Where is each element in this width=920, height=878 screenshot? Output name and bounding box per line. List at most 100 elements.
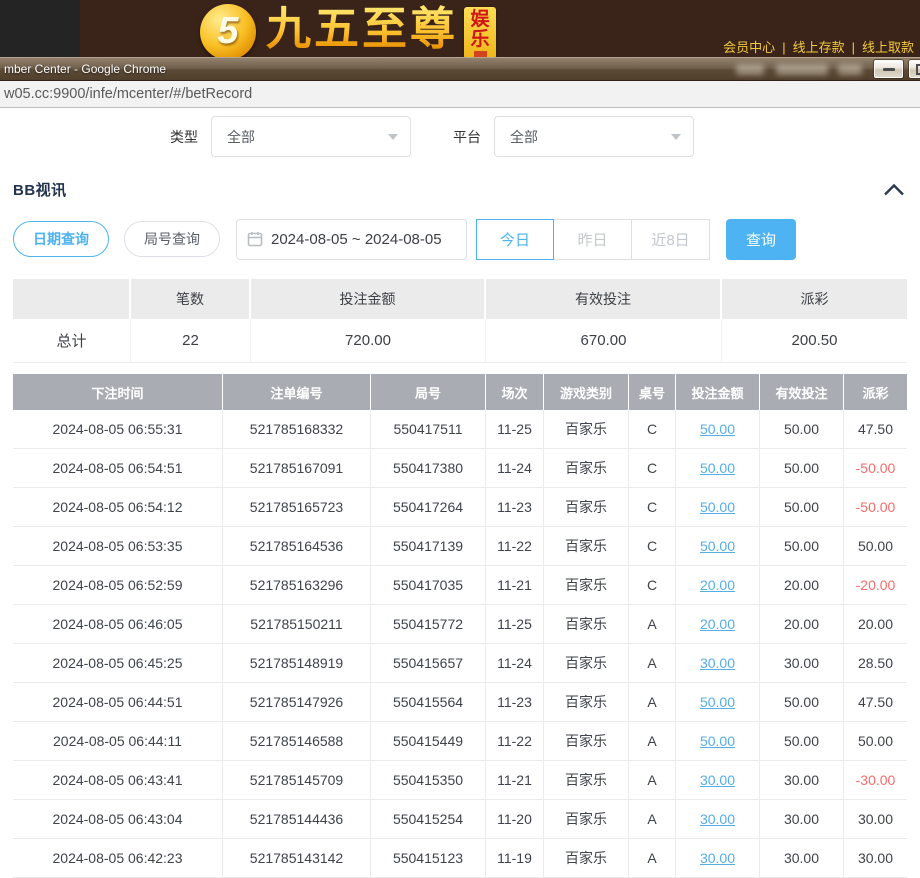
date-range-input[interactable]: 2024-08-05 ~ 2024-08-05 xyxy=(236,219,467,260)
cell-session: 11-23 xyxy=(486,683,544,721)
cell-session: 11-19 xyxy=(486,839,544,877)
cell-bet-time: 2024-08-05 06:54:12 xyxy=(13,488,223,526)
cell-bet-time: 2024-08-05 06:44:51 xyxy=(13,683,223,721)
search-button[interactable]: 查询 xyxy=(726,219,796,260)
table-row: 2024-08-05 06:44:11521785146588550415449… xyxy=(13,722,907,761)
redacted-blur xyxy=(838,64,862,75)
cell-bet-id: 521785163296 xyxy=(223,566,371,604)
cell-session: 11-24 xyxy=(486,644,544,682)
bet-amount-link[interactable]: 50.00 xyxy=(700,694,735,710)
today-button[interactable]: 今日 xyxy=(476,219,554,260)
cell-valid-bet: 50.00 xyxy=(760,449,844,487)
cell-bet-time: 2024-08-05 06:53:35 xyxy=(13,527,223,565)
yesterday-button[interactable]: 昨日 xyxy=(554,219,632,260)
cell-game-type: 百家乐 xyxy=(544,488,629,526)
cell-bet-amount-link[interactable]: 50.00 xyxy=(676,410,760,448)
cell-game-type: 百家乐 xyxy=(544,683,629,721)
url-bar[interactable]: w05.cc:9900/infe/mcenter/#/betRecord xyxy=(0,81,920,108)
cell-bet-id: 521785144436 xyxy=(223,800,371,838)
table-row: 2024-08-05 06:42:23521785143142550415123… xyxy=(13,839,907,878)
cell-session: 11-22 xyxy=(486,722,544,760)
cell-valid-bet: 50.00 xyxy=(760,722,844,760)
cell-bet-amount-link[interactable]: 30.00 xyxy=(676,761,760,799)
cell-bet-amount-link[interactable]: 30.00 xyxy=(676,644,760,682)
bet-amount-link[interactable]: 20.00 xyxy=(700,616,735,632)
table-row: 2024-08-05 06:45:25521785148919550415657… xyxy=(13,644,907,683)
last-8-days-button[interactable]: 近8日 xyxy=(632,219,710,260)
logo-brand-text: 九五至尊 xyxy=(266,0,458,57)
cell-bet-amount-link[interactable]: 50.00 xyxy=(676,449,760,487)
type-select-value: 全部 xyxy=(227,127,255,147)
nav-online-deposit-link[interactable]: 线上存款 xyxy=(793,40,845,55)
cell-round-id: 550415254 xyxy=(371,800,486,838)
minimize-button[interactable] xyxy=(874,60,903,78)
banner-left-black-strip xyxy=(0,0,80,57)
window-titlebar[interactable]: mber Center - Google Chrome xyxy=(0,57,920,81)
summary-bet-amount-value: 720.00 xyxy=(251,319,486,362)
bet-table-body: 2024-08-05 06:55:31521785168332550417511… xyxy=(13,410,907,878)
cell-bet-amount-link[interactable]: 20.00 xyxy=(676,566,760,604)
nav-online-withdraw-link[interactable]: 线上取款 xyxy=(862,40,914,55)
redacted-blur xyxy=(776,64,828,75)
cell-bet-time: 2024-08-05 06:43:04 xyxy=(13,800,223,838)
cell-bet-amount-link[interactable]: 30.00 xyxy=(676,839,760,877)
cell-game-type: 百家乐 xyxy=(544,449,629,487)
bet-amount-link[interactable]: 50.00 xyxy=(700,538,735,554)
platform-select-value: 全部 xyxy=(510,127,538,147)
maximize-icon xyxy=(916,64,920,75)
bet-amount-link[interactable]: 20.00 xyxy=(700,577,735,593)
bet-amount-link[interactable]: 30.00 xyxy=(700,850,735,866)
cell-round-id: 550415350 xyxy=(371,761,486,799)
cell-game-type: 百家乐 xyxy=(544,839,629,877)
bet-amount-link[interactable]: 30.00 xyxy=(700,811,735,827)
cell-bet-time: 2024-08-05 06:55:31 xyxy=(13,410,223,448)
cell-table-code: C xyxy=(629,410,676,448)
nav-member-center-link[interactable]: 会员中心 xyxy=(723,40,775,55)
table-row: 2024-08-05 06:44:51521785147926550415564… xyxy=(13,683,907,722)
collapse-toggle[interactable] xyxy=(883,183,905,196)
round-query-tab[interactable]: 局号查询 xyxy=(124,221,220,257)
cell-bet-amount-link[interactable]: 50.00 xyxy=(676,488,760,526)
cell-bet-amount-link[interactable]: 50.00 xyxy=(676,683,760,721)
cell-session: 11-20 xyxy=(486,800,544,838)
bet-amount-link[interactable]: 30.00 xyxy=(700,655,735,671)
cell-session: 11-22 xyxy=(486,527,544,565)
cell-bet-id: 521785148919 xyxy=(223,644,371,682)
cell-payout: 50.00 xyxy=(844,527,907,565)
cell-valid-bet: 50.00 xyxy=(760,683,844,721)
cell-table-code: A xyxy=(629,761,676,799)
cell-payout: 20.00 xyxy=(844,605,907,643)
bet-amount-link[interactable]: 30.00 xyxy=(700,772,735,788)
bet-amount-link[interactable]: 50.00 xyxy=(700,733,735,749)
cell-bet-id: 521785150211 xyxy=(223,605,371,643)
maximize-button[interactable] xyxy=(909,60,920,78)
logo-entertainment-badge: 娱乐 xyxy=(464,7,496,59)
header-bet-amount: 投注金额 xyxy=(676,374,760,410)
cell-bet-id: 521785164536 xyxy=(223,527,371,565)
platform-select[interactable]: 全部 xyxy=(494,116,694,157)
cell-valid-bet: 30.00 xyxy=(760,644,844,682)
cell-bet-amount-link[interactable]: 30.00 xyxy=(676,800,760,838)
cell-payout: -50.00 xyxy=(844,488,907,526)
type-select[interactable]: 全部 xyxy=(211,116,411,157)
summary-header-row: 笔数 投注金额 有效投注 派彩 xyxy=(13,279,907,319)
cell-bet-amount-link[interactable]: 50.00 xyxy=(676,527,760,565)
cell-payout: 30.00 xyxy=(844,839,907,877)
cell-valid-bet: 50.00 xyxy=(760,410,844,448)
table-row: 2024-08-05 06:54:12521785165723550417264… xyxy=(13,488,907,527)
chevron-down-icon xyxy=(671,134,681,140)
date-query-tab[interactable]: 日期查询 xyxy=(13,221,109,257)
bet-amount-link[interactable]: 50.00 xyxy=(700,421,735,437)
cell-bet-amount-link[interactable]: 50.00 xyxy=(676,722,760,760)
cell-bet-time: 2024-08-05 06:43:41 xyxy=(13,761,223,799)
cell-round-id: 550415123 xyxy=(371,839,486,877)
bet-amount-link[interactable]: 50.00 xyxy=(700,499,735,515)
cell-session: 11-24 xyxy=(486,449,544,487)
table-row: 2024-08-05 06:46:05521785150211550415772… xyxy=(13,605,907,644)
cell-bet-amount-link[interactable]: 20.00 xyxy=(676,605,760,643)
bet-amount-link[interactable]: 50.00 xyxy=(700,460,735,476)
cell-valid-bet: 50.00 xyxy=(760,527,844,565)
cell-round-id: 550417511 xyxy=(371,410,486,448)
table-row: 2024-08-05 06:54:51521785167091550417380… xyxy=(13,449,907,488)
summary-total-row: 总计 22 720.00 670.00 200.50 xyxy=(13,319,907,363)
